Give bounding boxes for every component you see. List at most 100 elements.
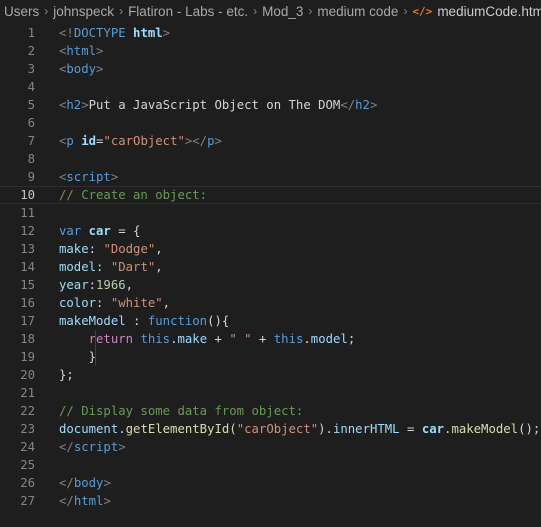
- code-token: p: [207, 134, 215, 148]
- code-line[interactable]: 1 <!DOCTYPE html>: [0, 24, 541, 42]
- code-line[interactable]: 25: [0, 456, 541, 474]
- code-line[interactable]: 23 document.getElementById("carObject").i…: [0, 420, 541, 438]
- code-text[interactable]: };: [35, 366, 541, 384]
- code-text[interactable]: return this.make + " " + this.model;: [35, 330, 541, 348]
- code-text[interactable]: year:1966,: [35, 276, 541, 294]
- code-line[interactable]: 2 <html>: [0, 42, 541, 60]
- line-number: 4: [27, 80, 35, 94]
- line-number: 20: [20, 368, 35, 382]
- code-line[interactable]: 17 makeModel : function(){: [0, 312, 541, 330]
- line-number: 18: [20, 332, 35, 346]
- code-line[interactable]: 6: [0, 114, 541, 132]
- code-line[interactable]: 13 make: "Dodge",: [0, 240, 541, 258]
- code-line[interactable]: 20};: [0, 366, 541, 384]
- code-text[interactable]: </script>: [35, 438, 541, 456]
- code-token: DOCTYPE: [73, 26, 126, 40]
- code-line[interactable]: 9 <script>: [0, 168, 541, 186]
- line-number: 10: [20, 188, 35, 202]
- code-text[interactable]: document.getElementById("carObject").inn…: [35, 420, 541, 438]
- code-text[interactable]: // Display some data from object:: [35, 402, 541, 420]
- chevron-right-icon: ›: [403, 4, 408, 18]
- breadcrumb-item-flatiron[interactable]: Flatiron - Labs - etc.: [128, 4, 248, 19]
- code-token: .: [118, 422, 126, 436]
- code-token: </: [59, 440, 74, 454]
- code-token: :: [96, 296, 111, 310]
- line-number: 25: [20, 458, 35, 472]
- code-line[interactable]: 4: [0, 78, 541, 96]
- code-text[interactable]: <body>: [35, 60, 541, 78]
- code-token: car: [421, 422, 445, 436]
- breadcrumb-item-johnspeck[interactable]: johnspeck: [53, 4, 114, 19]
- code-text[interactable]: }: [35, 348, 541, 366]
- code-text[interactable]: <html>: [35, 42, 541, 60]
- code-line[interactable]: 26 </body>: [0, 474, 541, 492]
- code-token: >: [118, 440, 126, 454]
- line-number: 11: [20, 206, 35, 220]
- code-text[interactable]: [35, 204, 541, 222]
- code-token: var: [59, 224, 82, 238]
- code-line[interactable]: 19 }: [0, 348, 541, 366]
- code-text[interactable]: </html>: [35, 492, 541, 510]
- code-line[interactable]: 27 </html>: [0, 492, 541, 510]
- code-text[interactable]: <p id="carObject"></p>: [35, 132, 541, 150]
- code-line[interactable]: 5 <h2>Put a JavaScript Object on The DOM<…: [0, 96, 541, 114]
- code-token: </: [340, 98, 356, 112]
- code-text[interactable]: var car = {: [35, 222, 541, 240]
- code-token: body: [73, 476, 104, 490]
- code-token: >: [96, 44, 104, 58]
- code-text[interactable]: <script>: [35, 168, 541, 186]
- code-text[interactable]: color: "white",: [35, 294, 541, 312]
- code-token: "carObject": [103, 134, 185, 148]
- code-token: ).: [318, 422, 333, 436]
- code-text[interactable]: [35, 114, 541, 132]
- code-line[interactable]: 14 model: "Dart",: [0, 258, 541, 276]
- code-token: this: [133, 332, 171, 346]
- code-text[interactable]: [35, 456, 541, 474]
- code-line[interactable]: 12 var car = {: [0, 222, 541, 240]
- code-token: :: [96, 260, 111, 274]
- code-token: .: [303, 332, 311, 346]
- breadcrumb-item-users[interactable]: Users: [4, 4, 39, 19]
- code-token: :: [88, 278, 97, 292]
- code-token: }: [59, 350, 97, 364]
- code-token: h2: [355, 98, 370, 112]
- line-number: 27: [20, 494, 35, 508]
- code-line[interactable]: 15 year:1966,: [0, 276, 541, 294]
- code-editor[interactable]: 1 <!DOCTYPE html> 2 <html> 3 <body> 4 5 <h2>Put …: [0, 24, 541, 510]
- breadcrumb: Users › johnspeck › Flatiron - Labs - et…: [0, 0, 541, 22]
- code-text[interactable]: [35, 384, 541, 402]
- code-line[interactable]: 3 <body>: [0, 60, 541, 78]
- code-token: "white": [110, 296, 163, 310]
- code-text[interactable]: </body>: [35, 474, 541, 492]
- breadcrumb-item-medium-code[interactable]: medium code: [317, 4, 398, 19]
- code-line[interactable]: 11: [0, 204, 541, 222]
- code-token: year: [59, 278, 89, 292]
- code-text[interactable]: // Create an object:: [35, 187, 541, 203]
- line-number: 7: [27, 134, 35, 148]
- code-line[interactable]: 7 <p id="carObject"></p>: [0, 132, 541, 150]
- code-text[interactable]: model: "Dart",: [35, 258, 541, 276]
- code-text[interactable]: <!DOCTYPE html>: [35, 24, 541, 42]
- code-token: };: [59, 368, 74, 382]
- code-token: html: [66, 44, 97, 58]
- line-number: 17: [20, 314, 35, 328]
- code-token: >: [369, 98, 378, 112]
- code-line[interactable]: 22 // Display some data from object:: [0, 402, 541, 420]
- code-line[interactable]: 16 color: "white",: [0, 294, 541, 312]
- code-text[interactable]: makeModel : function(){: [35, 312, 541, 330]
- code-line[interactable]: 18 return this.make + " " + this.model;: [0, 330, 541, 348]
- code-line[interactable]: 10 // Create an object:: [0, 186, 541, 204]
- code-line[interactable]: 8: [0, 150, 541, 168]
- code-text[interactable]: [35, 78, 541, 96]
- code-text[interactable]: <h2>Put a JavaScript Object on The DOM</…: [35, 96, 541, 114]
- code-token: color: [59, 296, 97, 310]
- code-text[interactable]: [35, 150, 541, 168]
- breadcrumb-item-file[interactable]: mediumCode.html: [437, 4, 541, 19]
- breadcrumb-item-mod3[interactable]: Mod_3: [262, 4, 303, 19]
- code-token: +: [251, 332, 274, 346]
- code-line[interactable]: 21: [0, 384, 541, 402]
- code-token: ();: [518, 422, 541, 436]
- code-line[interactable]: 24 </script>: [0, 438, 541, 456]
- chevron-right-icon: ›: [308, 4, 313, 18]
- code-text[interactable]: make: "Dodge",: [35, 240, 541, 258]
